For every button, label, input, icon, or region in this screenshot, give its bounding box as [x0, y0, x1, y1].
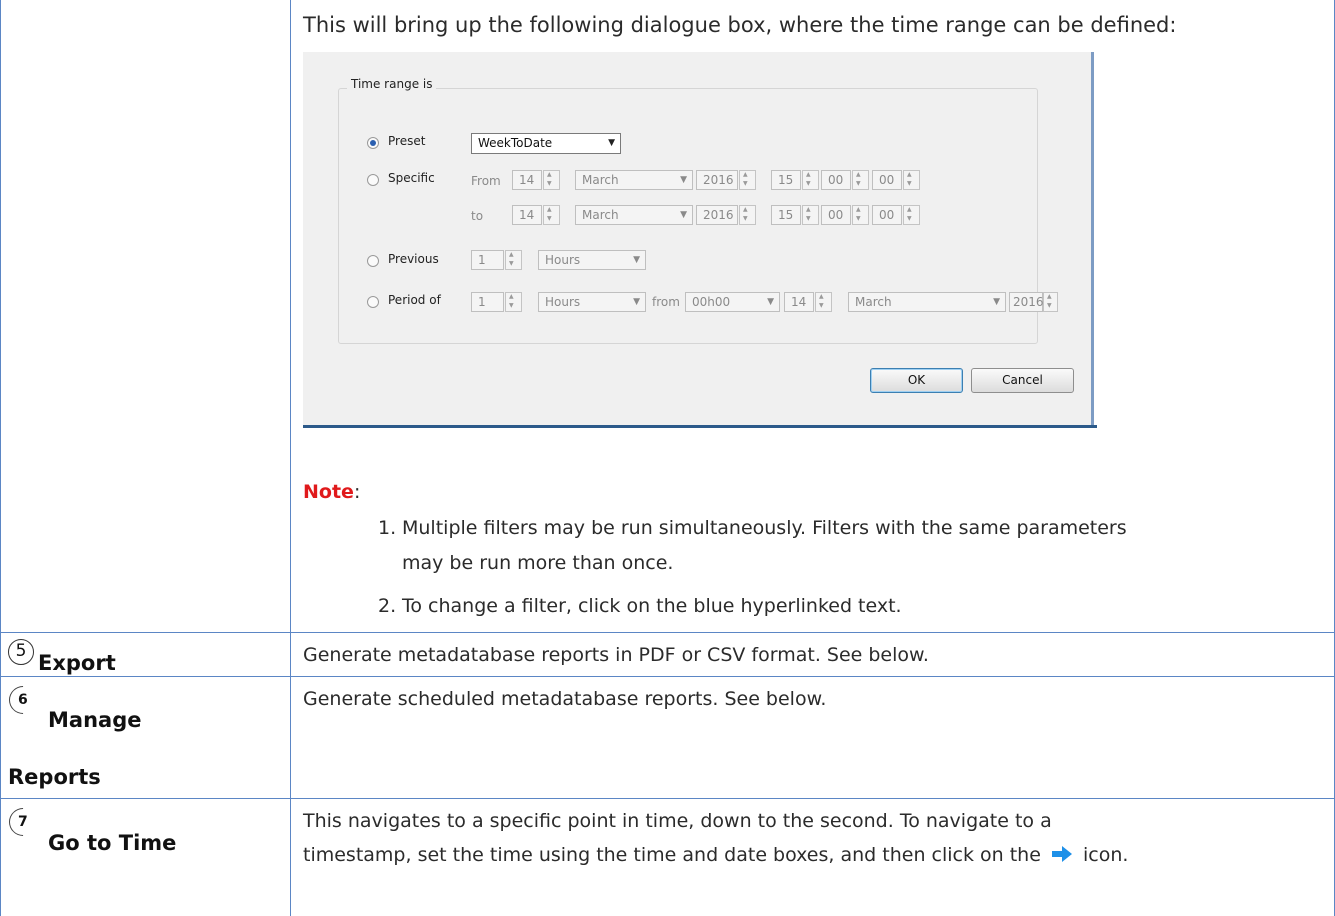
to-minute-field[interactable]: 00 [821, 205, 851, 225]
to-month-dropdown[interactable]: March ▼ [575, 205, 693, 225]
chevron-down-icon: ▼ [680, 175, 687, 185]
dialog-bottom-border [303, 425, 1097, 428]
ok-button[interactable]: OK [870, 368, 963, 393]
period-count-field[interactable]: 1 [471, 292, 504, 312]
previous-label: Previous [388, 252, 439, 266]
note-colon: : [353, 481, 361, 503]
specific-label: Specific [388, 171, 435, 185]
from-day-field[interactable]: 14 [512, 170, 542, 190]
preset-dropdown[interactable]: WeekToDate ▼ [471, 133, 621, 154]
from-second-field[interactable]: 00 [872, 170, 902, 190]
to-day-spinner[interactable] [543, 205, 560, 225]
period-count-spinner[interactable] [505, 292, 522, 312]
from-minute-spinner[interactable] [852, 170, 869, 190]
chevron-down-icon: ▼ [608, 138, 615, 148]
go-to-time-description-line2: timestamp, set the time using the time a… [303, 840, 1128, 870]
to-hour-spinner[interactable] [802, 205, 819, 225]
reports-label: Reports [8, 765, 101, 789]
manage-reports-description: Generate scheduled metadatabase reports.… [303, 688, 827, 710]
go-to-time-description-line2b: icon. [1083, 844, 1129, 866]
to-year-field[interactable]: 2016 [696, 205, 738, 225]
period-radio[interactable] [367, 296, 379, 308]
from-second-spinner[interactable] [903, 170, 920, 190]
from-hour-spinner[interactable] [802, 170, 819, 190]
chevron-down-icon: ▼ [633, 255, 640, 265]
go-to-time-label: Go to Time [48, 831, 177, 855]
badge-6: 6 [3, 680, 43, 720]
table-column-divider [290, 0, 291, 916]
row-divider-3 [0, 798, 1335, 799]
note-item-1-line2: may be run more than once. [402, 552, 674, 574]
to-second-field[interactable]: 00 [872, 205, 902, 225]
period-year-field[interactable]: 2016 [1009, 292, 1044, 312]
row-divider-2 [0, 676, 1335, 677]
previous-count-spinner[interactable] [505, 250, 522, 270]
period-unit-value: Hours [545, 295, 581, 309]
period-month-value: March [855, 295, 892, 309]
period-from-time-value: 00h00 [692, 295, 731, 309]
intro-text: This will bring up the following dialogu… [303, 13, 1177, 37]
period-month-dropdown[interactable]: March ▼ [848, 292, 1006, 312]
chevron-down-icon: ▼ [633, 297, 640, 307]
preset-label: Preset [388, 134, 426, 148]
note-item-1-num: 1. [378, 517, 397, 539]
badge-7-number: 7 [18, 814, 28, 830]
to-day-field[interactable]: 14 [512, 205, 542, 225]
from-year-spinner[interactable] [739, 170, 756, 190]
period-day-field[interactable]: 14 [784, 292, 814, 312]
badge-5: 5 [8, 639, 34, 665]
from-minute-field[interactable]: 00 [821, 170, 851, 190]
export-description: Generate metadatabase reports in PDF or … [303, 644, 929, 666]
from-month-dropdown[interactable]: March ▼ [575, 170, 693, 190]
previous-unit-value: Hours [545, 253, 581, 267]
note-heading: Note: [303, 477, 360, 507]
badge-5-number: 5 [15, 641, 27, 661]
go-to-time-description-line2a: timestamp, set the time using the time a… [303, 844, 1041, 866]
period-from-label: from [652, 295, 680, 309]
export-label: Export [38, 651, 116, 675]
period-from-time-dropdown[interactable]: 00h00 ▼ [685, 292, 780, 312]
badge-7: 7 [3, 802, 43, 842]
manage-label: Manage [48, 708, 142, 732]
row-divider-1 [0, 632, 1335, 633]
to-month-value: March [582, 208, 619, 222]
preset-value: WeekToDate [478, 136, 553, 150]
from-month-value: March [582, 173, 619, 187]
group-title: Time range is [347, 77, 437, 91]
previous-unit-dropdown[interactable]: Hours ▼ [538, 250, 646, 270]
from-label: From [471, 174, 501, 188]
table-border-left [0, 0, 1, 916]
to-hour-field[interactable]: 15 [771, 205, 801, 225]
period-unit-dropdown[interactable]: Hours ▼ [538, 292, 646, 312]
chevron-down-icon: ▼ [680, 210, 687, 220]
chevron-down-icon: ▼ [767, 297, 774, 307]
note-item-2-line1: To change a filter, click on the blue hy… [402, 595, 902, 617]
previous-radio[interactable] [367, 255, 379, 267]
note-label: Note [303, 481, 354, 503]
right-arrow-icon [1051, 846, 1072, 862]
to-second-spinner[interactable] [903, 205, 920, 225]
from-year-field[interactable]: 2016 [696, 170, 738, 190]
to-year-spinner[interactable] [739, 205, 756, 225]
period-label: Period of [388, 293, 441, 307]
document-table: This will bring up the following dialogu… [0, 0, 1335, 916]
from-hour-field[interactable]: 15 [771, 170, 801, 190]
specific-radio[interactable] [367, 174, 379, 186]
cancel-button[interactable]: Cancel [971, 368, 1074, 393]
preset-radio[interactable] [367, 137, 379, 149]
note-item-1-line1: Multiple filters may be run simultaneous… [402, 517, 1127, 539]
period-year-spinner[interactable] [1043, 292, 1058, 312]
note-item-2-num: 2. [378, 595, 397, 617]
badge-6-number: 6 [18, 692, 28, 708]
go-to-time-description-line1: This navigates to a specific point in ti… [303, 810, 1052, 832]
to-label: to [471, 209, 484, 223]
period-day-spinner[interactable] [815, 292, 832, 312]
time-range-dialog: Time range is Preset WeekToDate ▼ Specif… [303, 52, 1094, 426]
chevron-down-icon: ▼ [993, 297, 1000, 307]
from-day-spinner[interactable] [543, 170, 560, 190]
to-minute-spinner[interactable] [852, 205, 869, 225]
previous-count-field[interactable]: 1 [471, 250, 504, 270]
